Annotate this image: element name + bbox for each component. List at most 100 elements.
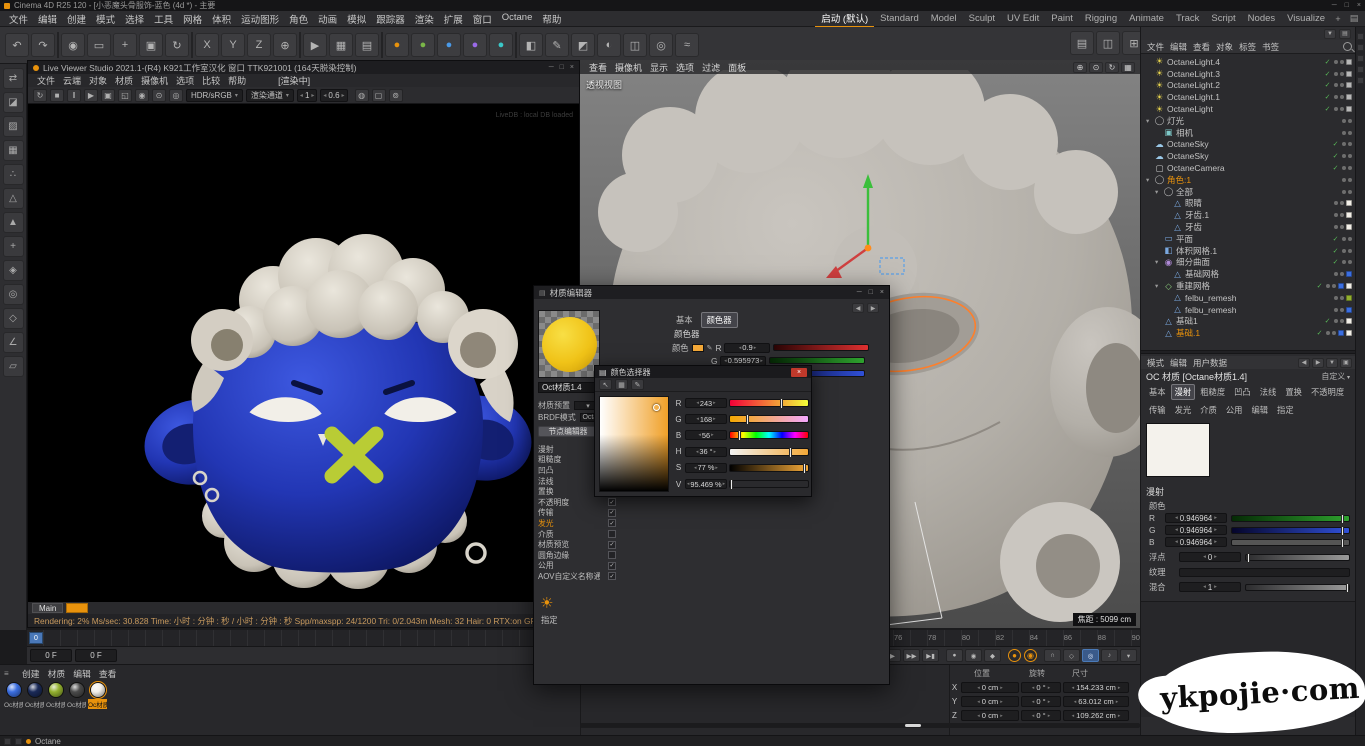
menu-item[interactable]: 文件 xyxy=(4,12,33,26)
live-viewer-menu-item[interactable]: 比较 xyxy=(198,74,224,87)
channel-tab[interactable]: 传输 xyxy=(1145,402,1170,418)
position-field[interactable]: 0 cm xyxy=(961,710,1019,721)
redo-icon[interactable]: ↷ xyxy=(31,33,55,57)
tree-item[interactable]: △ 基础.1 xyxy=(1141,327,1355,339)
sound-toggle-button[interactable]: ♪ xyxy=(1101,649,1118,662)
editor-visibility-dot[interactable] xyxy=(1342,249,1346,253)
channel-tab[interactable]: 公用 xyxy=(1222,402,1247,418)
size-field[interactable]: 154.233 cm xyxy=(1063,682,1129,693)
size-field[interactable]: 63.012 cm xyxy=(1063,696,1129,707)
tree-item[interactable]: △ 眼睛 xyxy=(1141,198,1355,210)
restart-render-icon[interactable]: ↻ xyxy=(33,89,47,102)
render-visibility-dot[interactable] xyxy=(1348,178,1352,182)
object-manager-menu-item[interactable]: 编辑 xyxy=(1167,41,1190,53)
make-editable-icon[interactable]: ⇄ xyxy=(3,68,24,89)
channel-value-stepper[interactable]: 56 xyxy=(685,430,727,440)
render-visibility-dot[interactable] xyxy=(1332,284,1336,288)
render-queue-icon[interactable]: ▤ xyxy=(355,33,379,57)
move-tool-icon[interactable]: + xyxy=(113,33,137,57)
material-tag-icon[interactable] xyxy=(1346,106,1352,112)
menu-item[interactable]: 创建 xyxy=(62,12,91,26)
material-tag-icon[interactable] xyxy=(1346,94,1352,100)
editor-visibility-dot[interactable] xyxy=(1326,331,1330,335)
material-tag-icon[interactable] xyxy=(1346,200,1352,206)
render-visibility-dot[interactable] xyxy=(1340,213,1344,217)
tree-item[interactable]: ▾ ◯ 角色:1 xyxy=(1141,174,1355,186)
enabled-check-icon[interactable] xyxy=(1323,105,1332,113)
object-name[interactable]: 全部 xyxy=(1176,186,1193,198)
channel-tab[interactable]: 粗糙度 xyxy=(1196,384,1229,400)
dock-tab-icon[interactable] xyxy=(1357,55,1364,62)
material-swatch-cell[interactable]: Oc材质 xyxy=(46,682,65,709)
record-keyframe-button[interactable]: ● xyxy=(946,649,963,662)
dock-tab-icon[interactable] xyxy=(1357,33,1364,40)
editor-visibility-dot[interactable] xyxy=(1342,260,1346,264)
material-manager-menu-item[interactable]: 查看 xyxy=(95,667,121,680)
octane-stop-render-button[interactable]: ◉ xyxy=(1024,649,1037,662)
object-name[interactable]: felbu_remesh xyxy=(1185,293,1237,303)
enabled-check-icon[interactable] xyxy=(1331,247,1340,255)
eyedropper-icon[interactable]: ✎ xyxy=(631,379,644,390)
attr-back-icon[interactable]: ◀ xyxy=(1298,358,1310,368)
next-key-button[interactable]: ▶▶ xyxy=(903,649,920,662)
editor-visibility-dot[interactable] xyxy=(1334,225,1338,229)
material-sphere[interactable] xyxy=(27,682,43,698)
material-tag-icon[interactable] xyxy=(1346,330,1352,336)
render-visibility-dot[interactable] xyxy=(1340,308,1344,312)
enabled-check-icon[interactable] xyxy=(1315,282,1324,290)
channel-tab[interactable]: 指定 xyxy=(1273,402,1298,418)
preview-color-tab[interactable] xyxy=(66,603,88,613)
z-axis-lock-button[interactable]: Z xyxy=(247,33,271,57)
tree-item[interactable]: ☀ OctaneLight.4 xyxy=(1141,56,1355,68)
rectangle-selection-icon[interactable]: ▭ xyxy=(87,33,111,57)
expand-caret-icon[interactable]: ▾ xyxy=(1155,258,1163,266)
editor-visibility-dot[interactable] xyxy=(1334,308,1338,312)
color-field-marker[interactable] xyxy=(653,404,660,411)
om-filter-icon[interactable]: ▼ xyxy=(1324,29,1336,39)
search-icon[interactable] xyxy=(1343,42,1352,51)
lv-close-button[interactable]: × xyxy=(570,64,574,71)
object-name[interactable]: 相机 xyxy=(1176,127,1193,139)
material-name-field[interactable]: Oct材质1.4 xyxy=(538,382,598,393)
render-visibility-dot[interactable] xyxy=(1348,260,1352,264)
render-visibility-dot[interactable] xyxy=(1340,201,1344,205)
mix-slider[interactable] xyxy=(1245,584,1350,591)
autokey-button[interactable]: ◉ xyxy=(965,649,982,662)
tree-item[interactable]: ▢ OctaneCamera xyxy=(1141,162,1355,174)
simulation-icon[interactable]: ≈ xyxy=(675,33,699,57)
material-channel-row[interactable]: 圆角边缘 xyxy=(538,550,616,561)
mix-value-stepper[interactable]: 1 xyxy=(1179,582,1241,592)
material-swatch-cell[interactable]: Oc材质1 xyxy=(88,682,107,709)
object-manager-menu-item[interactable]: 查看 xyxy=(1190,41,1213,53)
float-slider[interactable] xyxy=(1245,554,1350,561)
g-slider[interactable] xyxy=(769,357,865,364)
render-visibility-dot[interactable] xyxy=(1348,142,1352,146)
model-mode-icon[interactable]: ◪ xyxy=(3,92,24,113)
material-editor-titlebar[interactable]: ▤ 材质编辑器 ─ □ × xyxy=(534,286,889,299)
channel-tab[interactable]: 介质 xyxy=(1196,402,1221,418)
subdivision-surface-icon[interactable]: ◩ xyxy=(571,33,595,57)
editor-visibility-dot[interactable] xyxy=(1334,60,1338,64)
render-visibility-dot[interactable] xyxy=(1348,190,1352,194)
expand-caret-icon[interactable]: ▾ xyxy=(1155,188,1163,196)
texture-mode-icon[interactable]: ▨ xyxy=(3,116,24,137)
mograph-cloner-icon[interactable]: ◫ xyxy=(623,33,647,57)
render-visibility-dot[interactable] xyxy=(1340,225,1344,229)
workspace-tab[interactable]: Animate xyxy=(1123,12,1170,25)
object-name[interactable]: felbu_remesh xyxy=(1185,305,1237,315)
object-name[interactable]: OctaneSky xyxy=(1167,139,1209,149)
live-viewer-menu-item[interactable]: 文件 xyxy=(33,74,59,87)
minimize-button[interactable]: ─ xyxy=(1332,2,1337,9)
tree-item[interactable]: ▾ ◯ 灯光 xyxy=(1141,115,1355,127)
editor-visibility-dot[interactable] xyxy=(1342,166,1346,170)
object-name[interactable]: OctaneCamera xyxy=(1167,163,1225,173)
om-layout-icon[interactable]: ▤ xyxy=(1339,29,1351,39)
menu-item[interactable]: Octane xyxy=(497,12,538,26)
enabled-check-icon[interactable] xyxy=(1315,329,1324,337)
object-name[interactable]: OctaneLight.3 xyxy=(1167,69,1220,79)
object-name[interactable]: 基础.1 xyxy=(1176,327,1200,339)
menu-item[interactable]: 模式 xyxy=(91,12,120,26)
expand-caret-icon[interactable]: ▾ xyxy=(1155,282,1163,290)
viewport-menu-item[interactable]: 查看 xyxy=(585,61,611,74)
enabled-check-icon[interactable] xyxy=(1331,164,1340,172)
